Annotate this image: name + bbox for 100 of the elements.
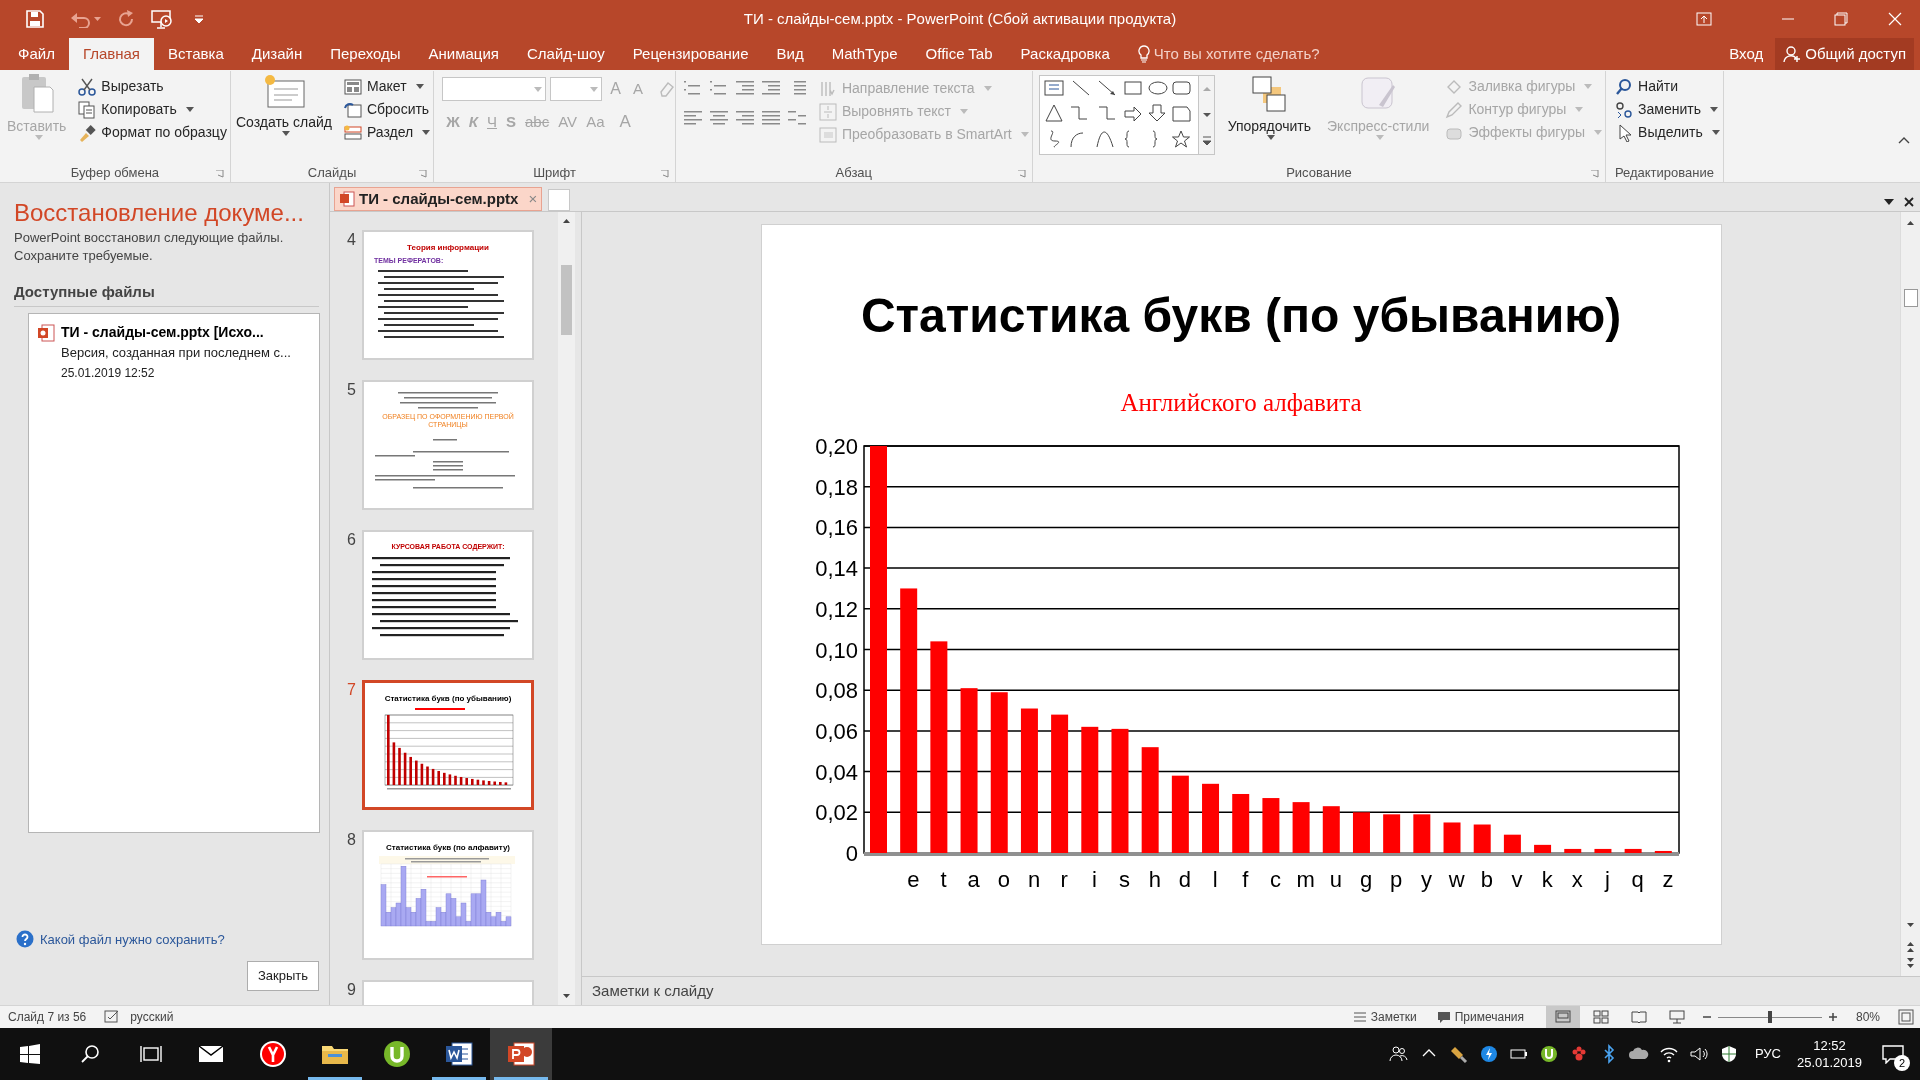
- zoom-level[interactable]: 80%: [1855, 1008, 1880, 1026]
- ribbon-tab[interactable]: Вставка: [154, 38, 238, 70]
- scroll-thumb[interactable]: [1903, 289, 1918, 307]
- close-button[interactable]: Закрыть: [247, 961, 319, 991]
- ribbon-tab[interactable]: Анимация: [414, 38, 513, 70]
- replace-button[interactable]: Заменить: [1612, 98, 1723, 121]
- axis-label: g: [1359, 867, 1372, 892]
- recovered-file-item[interactable]: ТИ - слайды-сем.pptx [Исхо... Версия, созданная при последнем с... 25.01.2019 12:52: [35, 319, 313, 382]
- smartart-icon: [818, 125, 837, 144]
- speaker-icon[interactable]: [1688, 1044, 1709, 1064]
- dialog-launcher-icon[interactable]: [1017, 170, 1026, 178]
- align-right-icon[interactable]: [735, 109, 754, 127]
- spelling-icon[interactable]: [104, 1010, 121, 1024]
- section-icon: [343, 124, 362, 141]
- increase-indent-icon[interactable]: [761, 79, 780, 97]
- group-label: Редактирование: [1614, 163, 1714, 182]
- copy-button[interactable]: Копировать: [75, 98, 230, 121]
- zoom-slider[interactable]: [1717, 1011, 1822, 1023]
- close-icon[interactable]: [1904, 197, 1914, 207]
- select-button[interactable]: Выделить: [1612, 121, 1723, 144]
- notes-placeholder[interactable]: Заметки к слайду: [592, 979, 714, 1003]
- ribbon-tab[interactable]: Дизайн: [237, 38, 317, 70]
- tell-me-field[interactable]: Что вы хотите сделать?: [1133, 40, 1324, 68]
- tab-list-icon[interactable]: [1884, 199, 1894, 205]
- ribbon-tab[interactable]: Раскадровка: [1006, 38, 1124, 70]
- zoom-in-icon[interactable]: [1827, 1012, 1838, 1022]
- axis-label: i: [1091, 867, 1097, 892]
- find-button[interactable]: Найти: [1612, 75, 1723, 98]
- pane-title: Восстановление докуме...: [14, 198, 304, 228]
- maximize-icon[interactable]: [1834, 12, 1848, 26]
- axis-label: c: [1269, 867, 1281, 892]
- scroll-thumb[interactable]: [561, 265, 572, 335]
- collapse-ribbon-icon[interactable]: [1898, 137, 1910, 144]
- decrease-indent-icon[interactable]: [735, 79, 754, 97]
- dialog-launcher-icon[interactable]: [215, 170, 224, 178]
- ribbon-display-icon[interactable]: [1696, 12, 1712, 26]
- share-button[interactable]: Общий доступ: [1775, 38, 1914, 70]
- layout-button[interactable]: Макет: [340, 75, 434, 98]
- caret-icon: [422, 130, 431, 135]
- language-indicator[interactable]: русский: [130, 1008, 174, 1026]
- slide-thumbnail[interactable]: Статистика букв (по убыванию): [362, 680, 534, 810]
- language-indicator[interactable]: РУС: [1754, 1044, 1781, 1064]
- ribbon-tab[interactable]: Главная: [68, 38, 154, 70]
- columns-icon[interactable]: [787, 109, 806, 127]
- sign-in-link[interactable]: Вход: [1729, 42, 1764, 66]
- tab-close-button[interactable]: ×: [528, 187, 538, 211]
- zoom-slider-thumb[interactable]: [1767, 1011, 1772, 1023]
- ribbon-tab[interactable]: Office Tab: [911, 38, 1007, 70]
- axis-label: 0,16: [814, 515, 858, 541]
- description-text: Сохраните требуемые.: [14, 247, 154, 265]
- ribbon-tab[interactable]: MathType: [817, 38, 912, 70]
- scrollbar[interactable]: [1900, 212, 1920, 976]
- search-icon[interactable]: [80, 1044, 100, 1064]
- ribbon-tab[interactable]: Переходы: [316, 38, 415, 70]
- axis-label: l: [1212, 867, 1218, 892]
- notification-button[interactable]: 2: [1876, 1037, 1910, 1071]
- view-button[interactable]: [1545, 1006, 1580, 1028]
- font-name-field[interactable]: [442, 77, 547, 101]
- customize-icon[interactable]: [195, 15, 203, 23]
- comments-button[interactable]: Примечания: [1436, 1008, 1524, 1026]
- scrollbar[interactable]: [558, 212, 575, 1005]
- dialog-launcher-icon[interactable]: [419, 170, 428, 178]
- axis-label: j: [1604, 867, 1610, 892]
- align-left-icon[interactable]: [683, 109, 702, 127]
- format-painter-button[interactable]: Формат по образцу: [75, 121, 230, 144]
- start-icon[interactable]: [20, 1044, 40, 1064]
- ribbon-tab[interactable]: Рецензирование: [618, 38, 763, 70]
- cut-button[interactable]: Вырезать: [75, 75, 230, 98]
- group-label: Абзац: [835, 163, 873, 182]
- fit-slide-icon[interactable]: [1898, 1009, 1914, 1025]
- help-link[interactable]: Какой файл нужно сохранить?: [40, 929, 225, 949]
- people-icon[interactable]: [1388, 1044, 1409, 1064]
- font-size-field[interactable]: [550, 77, 603, 101]
- axis-label: h: [1148, 867, 1161, 892]
- file-name: ТИ - слайды-сем.pptx [Исхо...: [61, 322, 265, 342]
- dialog-launcher-icon[interactable]: [660, 170, 669, 178]
- undo-icon[interactable]: [70, 10, 92, 28]
- clock[interactable]: 12:52 25.01.2019: [1796, 1037, 1862, 1071]
- numbering-icon[interactable]: [709, 79, 728, 97]
- taskbar-app[interactable]: [490, 1028, 552, 1080]
- ribbon-tab[interactable]: Слайд-шоу: [512, 38, 619, 70]
- section-button[interactable]: Раздел: [340, 121, 434, 144]
- redo-icon[interactable]: [117, 10, 135, 28]
- ribbon-tab[interactable]: Вид: [762, 38, 818, 70]
- save-icon[interactable]: [26, 10, 44, 28]
- align-center-icon[interactable]: [709, 109, 728, 127]
- presentation-icon[interactable]: [151, 9, 173, 29]
- bullets-icon[interactable]: [683, 79, 702, 97]
- slide-thumbnail[interactable]: Статистика букв (по алфавиту): [362, 830, 534, 960]
- task-view-icon[interactable]: [140, 1044, 162, 1064]
- reset-button[interactable]: Сбросить: [340, 98, 434, 121]
- document-tab[interactable]: ТИ - слайды-сем.pptx ×: [334, 187, 543, 211]
- notes-button[interactable]: Заметки: [1352, 1008, 1417, 1026]
- arrange-button[interactable]: Упорядочить: [1224, 75, 1315, 155]
- justify-icon[interactable]: [761, 109, 780, 127]
- ribbon-tab[interactable]: Файл: [4, 38, 69, 70]
- new-slide-button[interactable]: Создать слайд: [232, 73, 335, 144]
- torrent-icon[interactable]: [1538, 1044, 1559, 1064]
- help-icon: [16, 930, 34, 949]
- dialog-launcher-icon[interactable]: [1591, 170, 1600, 178]
